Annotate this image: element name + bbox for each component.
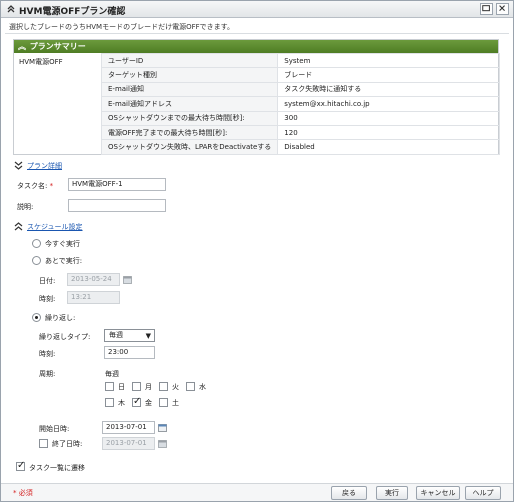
required-mark: * bbox=[49, 182, 54, 190]
start-date-input[interactable]: 2013-07-01 bbox=[102, 421, 155, 434]
repeat-radio[interactable] bbox=[32, 313, 41, 322]
start-datetime-label: 開始日時: bbox=[39, 425, 70, 433]
summary-key: E-mail通知 bbox=[100, 81, 279, 98]
period-label: 周期: bbox=[39, 370, 56, 378]
period-value: 毎週 bbox=[105, 370, 119, 378]
maximize-button[interactable] bbox=[480, 3, 493, 15]
calendar-icon[interactable] bbox=[123, 275, 132, 284]
table-row: ユーザーID System bbox=[100, 52, 500, 69]
day-label-thu: 木 bbox=[118, 399, 125, 407]
schedule-settings-link[interactable]: スケジュール設定 bbox=[27, 222, 83, 232]
go-to-task-list-label: タスク一覧に遷移 bbox=[29, 464, 85, 472]
end-date-input[interactable]: 2013-07-01 bbox=[102, 437, 155, 450]
table-row: OSシャットダウン失敗時、LPARをDeactivateする Disabled bbox=[100, 139, 500, 155]
day-checkbox-wed[interactable] bbox=[186, 382, 195, 391]
task-name-label: タスク名: * bbox=[17, 182, 54, 190]
repeat-type-select[interactable]: 毎週 ▼ bbox=[104, 329, 155, 342]
day-label-mon: 月 bbox=[145, 383, 152, 391]
plan-summary-title: プランサマリー bbox=[29, 42, 86, 51]
plan-summary-panel: ︽ プランサマリー HVM電源OFF ユーザーID System ターゲット種別ブ… bbox=[13, 39, 500, 155]
date-input[interactable]: 2013-05-24 bbox=[67, 273, 120, 286]
table-row: E-mail通知 タスク失敗時に通知する bbox=[100, 81, 500, 98]
repeat-time-label: 時刻: bbox=[39, 350, 56, 358]
summary-key: ターゲット種別 bbox=[100, 67, 279, 83]
collapse-icon[interactable] bbox=[6, 4, 16, 14]
end-datetime-label: 終了日時: bbox=[52, 440, 83, 448]
summary-value: 120 bbox=[277, 124, 500, 141]
summary-key: OSシャットダウンまでの最大待ち時間[秒]: bbox=[100, 110, 279, 126]
close-button[interactable] bbox=[496, 3, 509, 15]
dropdown-arrow-icon: ▼ bbox=[145, 332, 151, 340]
calendar-icon[interactable] bbox=[158, 439, 167, 448]
plan-type-label: HVM電源OFF bbox=[19, 58, 63, 66]
plan-summary-header[interactable]: ︽ プランサマリー bbox=[14, 40, 498, 53]
maximize-icon bbox=[482, 5, 490, 12]
help-button[interactable]: ヘルプ bbox=[465, 486, 501, 500]
repeat-type-label: 繰り返しタイプ: bbox=[39, 333, 91, 341]
day-label-sun: 日 bbox=[118, 383, 125, 391]
dialog-footer: * 必須 戻る 実行 キャンセル ヘルプ bbox=[1, 483, 513, 501]
run-now-radio[interactable] bbox=[32, 239, 41, 248]
plan-summary-table: ユーザーID System ターゲット種別 ブレード E-mail通知 タスク失敗時に… bbox=[100, 52, 500, 155]
day-checkbox-sun[interactable] bbox=[105, 382, 114, 391]
end-datetime-checkbox[interactable] bbox=[39, 439, 48, 448]
cancel-button[interactable]: キャンセル bbox=[416, 486, 460, 500]
repeat-time-input[interactable]: 23:00 bbox=[104, 346, 155, 359]
summary-key: 電源OFF完了までの最大待ち時間[秒]: bbox=[100, 124, 279, 141]
day-label-tue: 火 bbox=[172, 383, 179, 391]
description-input[interactable] bbox=[68, 199, 166, 212]
collapse-icon[interactable] bbox=[14, 222, 23, 231]
run-now-label: 今すぐ実行 bbox=[45, 240, 80, 248]
day-checkbox-tue[interactable] bbox=[159, 382, 168, 391]
plan-detail-link[interactable]: プラン詳細 bbox=[27, 161, 62, 171]
summary-key: E-mail通知アドレス bbox=[100, 96, 279, 112]
date-label: 日付: bbox=[39, 277, 56, 285]
time-input[interactable]: 13:21 bbox=[67, 291, 120, 304]
summary-value: System bbox=[277, 52, 500, 69]
close-icon bbox=[499, 5, 505, 12]
summary-value: system@xx.hitachi.co.jp bbox=[277, 96, 500, 112]
day-checkbox-sat[interactable] bbox=[159, 398, 168, 407]
day-label-wed: 水 bbox=[199, 383, 206, 391]
summary-key: ユーザーID bbox=[100, 52, 279, 69]
task-name-input[interactable]: HVM電源OFF-1 bbox=[68, 178, 166, 191]
table-row: 電源OFF完了までの最大待ち時間[秒]: 120 bbox=[100, 124, 500, 141]
summary-value: タスク失敗時に通知する bbox=[277, 81, 500, 98]
run-button[interactable]: 実行 bbox=[376, 486, 408, 500]
required-note: * 必須 bbox=[13, 489, 33, 497]
table-row: ターゲット種別 ブレード bbox=[100, 67, 500, 83]
collapse-icon: ︽ bbox=[18, 42, 26, 51]
repeat-type-value: 毎週 bbox=[109, 331, 123, 339]
go-to-task-list-checkbox[interactable] bbox=[16, 460, 25, 471]
summary-value: 300 bbox=[277, 110, 500, 126]
divider bbox=[5, 33, 509, 34]
day-checkbox-mon[interactable] bbox=[132, 382, 141, 391]
title-bar: HVM電源OFFプラン確認 bbox=[1, 1, 513, 18]
run-later-radio[interactable] bbox=[32, 256, 41, 265]
expand-icon[interactable] bbox=[14, 161, 23, 170]
time-label: 時刻: bbox=[39, 295, 56, 303]
repeat-label: 繰り返し: bbox=[45, 314, 76, 322]
day-checkbox-thu[interactable] bbox=[105, 398, 114, 407]
dialog-description: 選択したブレードのうちHVMモードのブレードだけ電源OFFできます。 bbox=[9, 23, 234, 31]
table-row: OSシャットダウンまでの最大待ち時間[秒]: 300 bbox=[100, 110, 500, 126]
summary-value: ブレード bbox=[277, 67, 500, 83]
window-title: HVM電源OFFプラン確認 bbox=[19, 7, 126, 17]
plan-confirm-dialog: HVM電源OFFプラン確認 選択したブレードのうちHVMモードのブレードだけ電源… bbox=[0, 0, 514, 502]
day-checkbox-fri[interactable] bbox=[132, 396, 141, 407]
table-row: E-mail通知アドレス system@xx.hitachi.co.jp bbox=[100, 96, 500, 112]
day-label-fri: 金 bbox=[145, 399, 152, 407]
summary-key: OSシャットダウン失敗時、LPARをDeactivateする bbox=[100, 139, 279, 155]
description-label: 説明: bbox=[17, 203, 34, 211]
calendar-icon[interactable] bbox=[158, 423, 167, 432]
summary-value: Disabled bbox=[277, 139, 500, 155]
day-label-sat: 土 bbox=[172, 399, 179, 407]
run-later-label: あとで実行: bbox=[45, 257, 83, 265]
back-button[interactable]: 戻る bbox=[331, 486, 367, 500]
